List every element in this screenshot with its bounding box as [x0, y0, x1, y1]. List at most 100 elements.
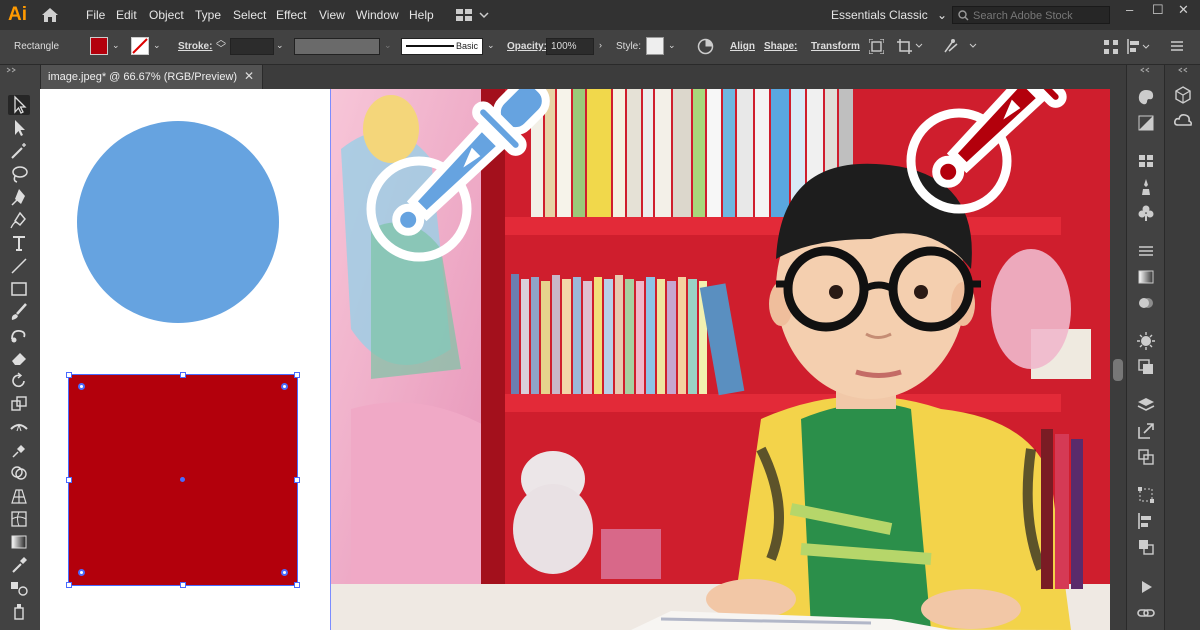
transform-label[interactable]: Transform — [811, 41, 860, 52]
blend-tool[interactable] — [8, 578, 30, 598]
resize-handle[interactable] — [180, 582, 186, 588]
puppet-warp-icon[interactable] — [943, 38, 979, 55]
swatches-icon[interactable] — [1136, 151, 1156, 171]
width-tool[interactable] — [8, 417, 30, 437]
menu-object[interactable]: Object — [149, 8, 184, 22]
menu-effect[interactable]: Effect — [276, 8, 306, 22]
opacity-arrow-icon[interactable]: › — [599, 40, 602, 50]
symbols-icon[interactable] — [1136, 203, 1156, 223]
puppet-warp-tool[interactable] — [8, 440, 30, 460]
resize-handle[interactable] — [180, 372, 186, 378]
scrollbar-thumb[interactable] — [1113, 359, 1123, 381]
properties-icon[interactable] — [1173, 85, 1193, 105]
resize-handle[interactable] — [66, 477, 72, 483]
resize-handle[interactable] — [66, 372, 72, 378]
brush-definition-field[interactable]: Basic — [401, 38, 483, 55]
stroke-weight-stepper[interactable]: ︿ ﹀ — [216, 36, 226, 55]
arrange-documents-icon[interactable] — [456, 8, 490, 22]
menu-file[interactable]: File — [86, 8, 105, 22]
style-swatch[interactable] — [646, 37, 664, 55]
menu-help[interactable]: Help — [409, 8, 434, 22]
collapse-dock-icon[interactable] — [1177, 67, 1189, 73]
line-segment-tool[interactable] — [8, 256, 30, 276]
menu-select[interactable]: Select — [233, 8, 266, 22]
links-icon[interactable] — [1136, 603, 1156, 623]
rotate-tool[interactable] — [8, 371, 30, 391]
fill-swatch[interactable] — [90, 37, 108, 55]
style-dropdown-icon[interactable]: ⌄ — [668, 40, 676, 51]
actions-play-icon[interactable] — [1136, 577, 1156, 597]
vertical-scrollbar[interactable] — [1110, 89, 1126, 630]
corner-radius-widget[interactable] — [78, 569, 85, 576]
stroke-swatch[interactable] — [131, 37, 149, 55]
blue-circle-shape[interactable] — [77, 121, 279, 323]
symbol-sprayer-tool[interactable] — [8, 601, 30, 621]
canvas-area[interactable] — [40, 89, 1110, 630]
transparency-icon[interactable] — [1136, 293, 1156, 313]
panel-menu-icon[interactable] — [1171, 40, 1183, 52]
fill-dropdown-icon[interactable]: ⌄ — [112, 40, 120, 51]
mesh-tool[interactable] — [8, 509, 30, 529]
lasso-tool[interactable] — [8, 164, 30, 184]
gradient-panel-icon[interactable] — [1136, 267, 1156, 287]
variable-width-dropdown-icon[interactable]: ⌄ — [384, 40, 392, 51]
menu-type[interactable]: Type — [195, 8, 221, 22]
type-tool[interactable] — [8, 233, 30, 253]
curvature-tool[interactable] — [8, 210, 30, 230]
color-panel-icon[interactable] — [1136, 87, 1156, 107]
transform-panel-icon[interactable] — [1136, 485, 1156, 505]
direct-selection-tool[interactable] — [8, 118, 30, 138]
isolate-object-icon[interactable] — [869, 39, 884, 54]
paintbrush-tool[interactable] — [8, 302, 30, 322]
corner-radius-widget[interactable] — [281, 569, 288, 576]
align-panel-icon[interactable] — [1127, 39, 1151, 54]
asset-export-icon[interactable] — [1136, 421, 1156, 441]
pathfinder-icon[interactable] — [1136, 537, 1156, 557]
artboards-icon[interactable] — [1136, 447, 1156, 467]
arrange-icon[interactable] — [1104, 40, 1118, 54]
collapse-panel-icon[interactable] — [6, 67, 18, 73]
resize-handle[interactable] — [66, 582, 72, 588]
eyedropper-tool[interactable] — [8, 555, 30, 575]
libraries-icon[interactable] — [1173, 111, 1193, 131]
home-icon[interactable] — [41, 7, 59, 23]
corner-radius-widget[interactable] — [281, 383, 288, 390]
selection-tool[interactable] — [8, 95, 30, 115]
pen-tool[interactable] — [8, 187, 30, 207]
appearance-icon[interactable] — [1136, 331, 1156, 351]
scale-tool[interactable] — [8, 394, 30, 414]
stroke-dropdown-icon[interactable]: ⌄ — [153, 40, 161, 51]
resize-handle[interactable] — [294, 477, 300, 483]
corner-radius-widget[interactable] — [78, 383, 85, 390]
perspective-grid-tool[interactable] — [8, 486, 30, 506]
menu-view[interactable]: View — [319, 8, 345, 22]
align-label[interactable]: Align — [730, 41, 755, 52]
recolor-artwork-icon[interactable] — [697, 38, 714, 55]
brush-dropdown-icon[interactable]: ⌄ — [487, 40, 495, 51]
magic-wand-tool[interactable] — [8, 141, 30, 161]
close-button[interactable]: ✕ — [1178, 2, 1189, 18]
close-tab-icon[interactable]: ✕ — [244, 69, 254, 83]
stroke-weight-dropdown-icon[interactable]: ⌄ — [276, 40, 284, 51]
crop-image-icon[interactable] — [897, 39, 923, 54]
shape-builder-tool[interactable] — [8, 463, 30, 483]
opacity-field[interactable]: 100% — [546, 38, 594, 55]
brushes-icon[interactable] — [1136, 177, 1156, 197]
rectangle-tool[interactable] — [8, 279, 30, 299]
search-stock-input[interactable]: Search Adobe Stock — [952, 6, 1110, 24]
stroke-panel-icon[interactable] — [1136, 241, 1156, 261]
resize-handle[interactable] — [294, 372, 300, 378]
shape-label[interactable]: Shape: — [764, 41, 797, 52]
graphic-styles-icon[interactable] — [1136, 357, 1156, 377]
eraser-tool[interactable] — [8, 348, 30, 368]
red-rectangle-shape[interactable] — [66, 372, 300, 588]
menu-window[interactable]: Window — [356, 8, 399, 22]
shaper-tool[interactable] — [8, 325, 30, 345]
variable-width-field[interactable] — [294, 38, 380, 55]
align-panel-dock-icon[interactable] — [1136, 511, 1156, 531]
collapse-dock-icon[interactable] — [1139, 67, 1151, 73]
resize-handle[interactable] — [294, 582, 300, 588]
workspace-switcher[interactable]: Essentials Classic ⌄ — [831, 8, 947, 22]
opacity-label[interactable]: Opacity: — [507, 41, 547, 52]
stroke-weight-field[interactable] — [230, 38, 274, 55]
